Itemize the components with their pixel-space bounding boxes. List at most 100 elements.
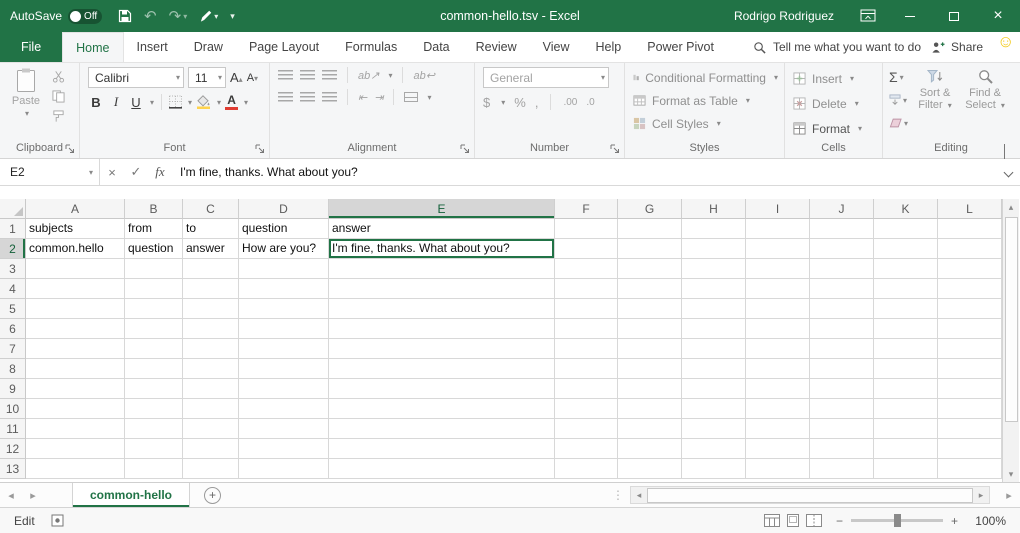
cell-D12[interactable]: [239, 439, 329, 459]
cell-B7[interactable]: [125, 339, 183, 359]
cell-A7[interactable]: [26, 339, 125, 359]
feedback-smiley-icon[interactable]: ☺: [993, 32, 1020, 62]
row-header-7[interactable]: 7: [0, 339, 26, 359]
font-color-button[interactable]: A: [225, 95, 238, 110]
cell-J7[interactable]: [810, 339, 874, 359]
select-all-button[interactable]: [0, 199, 26, 219]
conditional-formatting-button[interactable]: Conditional Formatting▾: [633, 66, 778, 89]
cut-button[interactable]: [52, 69, 65, 83]
cell-H2[interactable]: [682, 239, 746, 259]
column-header-F[interactable]: F: [555, 199, 618, 219]
cell-A6[interactable]: [26, 319, 125, 339]
cell-J11[interactable]: [810, 419, 874, 439]
cell-H3[interactable]: [682, 259, 746, 279]
tab-view[interactable]: View: [530, 32, 583, 62]
cancel-entry-button[interactable]: ×: [100, 165, 124, 180]
cell-K2[interactable]: [874, 239, 938, 259]
redo-button[interactable]: ↷▾: [169, 9, 188, 24]
cell-G13[interactable]: [618, 459, 682, 479]
cell-K9[interactable]: [874, 379, 938, 399]
cell-G3[interactable]: [618, 259, 682, 279]
cell-L12[interactable]: [938, 439, 1002, 459]
cell-J4[interactable]: [810, 279, 874, 299]
cell-B5[interactable]: [125, 299, 183, 319]
merge-center-button[interactable]: [404, 92, 418, 102]
cell-G6[interactable]: [618, 319, 682, 339]
cell-D5[interactable]: [239, 299, 329, 319]
column-header-H[interactable]: H: [682, 199, 746, 219]
autosave-toggle[interactable]: AutoSave Off: [10, 9, 102, 24]
cell-L11[interactable]: [938, 419, 1002, 439]
cell-D9[interactable]: [239, 379, 329, 399]
cell-D2[interactable]: How are you?: [239, 239, 329, 259]
cell-L7[interactable]: [938, 339, 1002, 359]
cell-C3[interactable]: [183, 259, 239, 279]
cell-B11[interactable]: [125, 419, 183, 439]
font-size-select[interactable]: 11▾: [188, 67, 226, 88]
cell-B2[interactable]: question: [125, 239, 183, 259]
cell-F6[interactable]: [555, 319, 618, 339]
align-center-icon[interactable]: [300, 92, 315, 102]
number-format-select[interactable]: General▾: [483, 67, 609, 88]
cell-E3[interactable]: [329, 259, 555, 279]
tab-power-pivot[interactable]: Power Pivot: [634, 32, 727, 62]
cell-A9[interactable]: [26, 379, 125, 399]
bold-button[interactable]: B: [88, 95, 104, 110]
cell-E8[interactable]: [329, 359, 555, 379]
tab-page-layout[interactable]: Page Layout: [236, 32, 332, 62]
cell-B12[interactable]: [125, 439, 183, 459]
percent-style-button[interactable]: %: [514, 95, 526, 110]
cell-F11[interactable]: [555, 419, 618, 439]
tab-data[interactable]: Data: [410, 32, 462, 62]
font-dialog-launcher[interactable]: [255, 144, 266, 155]
paste-button[interactable]: Paste ▾: [8, 67, 44, 141]
align-middle-icon[interactable]: [300, 70, 315, 80]
formula-input[interactable]: I'm fine, thanks. What about you?: [172, 165, 996, 179]
cell-F9[interactable]: [555, 379, 618, 399]
insert-function-button[interactable]: fx: [148, 164, 172, 180]
cell-styles-button[interactable]: Cell Styles▾: [633, 112, 778, 135]
minimize-button[interactable]: [888, 0, 932, 32]
cell-B8[interactable]: [125, 359, 183, 379]
cell-C13[interactable]: [183, 459, 239, 479]
tab-file[interactable]: File: [0, 32, 62, 62]
sort-filter-button[interactable]: Sort & Filter ▾: [912, 67, 958, 141]
cell-L5[interactable]: [938, 299, 1002, 319]
cell-J13[interactable]: [810, 459, 874, 479]
column-header-K[interactable]: K: [874, 199, 938, 219]
cell-F12[interactable]: [555, 439, 618, 459]
cell-C7[interactable]: [183, 339, 239, 359]
page-break-view-button[interactable]: [806, 514, 822, 527]
cell-K6[interactable]: [874, 319, 938, 339]
clipboard-dialog-launcher[interactable]: [65, 144, 76, 155]
decrease-indent-button[interactable]: ⇤: [358, 91, 367, 104]
row-header-4[interactable]: 4: [0, 279, 26, 299]
cell-B4[interactable]: [125, 279, 183, 299]
zoom-out-button[interactable]: −: [836, 514, 843, 528]
cell-G5[interactable]: [618, 299, 682, 319]
sheet-bar-right-arrow-icon[interactable]: ▸: [998, 483, 1020, 507]
cell-B13[interactable]: [125, 459, 183, 479]
ribbon-display-options-button[interactable]: [848, 0, 888, 32]
cell-F13[interactable]: [555, 459, 618, 479]
align-bottom-icon[interactable]: [322, 70, 337, 80]
tab-draw[interactable]: Draw: [181, 32, 236, 62]
cell-I7[interactable]: [746, 339, 810, 359]
cell-G9[interactable]: [618, 379, 682, 399]
collapse-ribbon-button[interactable]: [1004, 145, 1012, 153]
cell-I12[interactable]: [746, 439, 810, 459]
cell-F1[interactable]: [555, 219, 618, 239]
cell-L3[interactable]: [938, 259, 1002, 279]
tab-review[interactable]: Review: [463, 32, 530, 62]
cell-A8[interactable]: [26, 359, 125, 379]
cell-H6[interactable]: [682, 319, 746, 339]
maximize-button[interactable]: [932, 0, 976, 32]
row-header-1[interactable]: 1: [0, 219, 26, 239]
tab-insert[interactable]: Insert: [124, 32, 181, 62]
cell-L1[interactable]: [938, 219, 1002, 239]
cell-G10[interactable]: [618, 399, 682, 419]
cell-H12[interactable]: [682, 439, 746, 459]
cell-B1[interactable]: from: [125, 219, 183, 239]
row-header-10[interactable]: 10: [0, 399, 26, 419]
column-header-J[interactable]: J: [810, 199, 874, 219]
